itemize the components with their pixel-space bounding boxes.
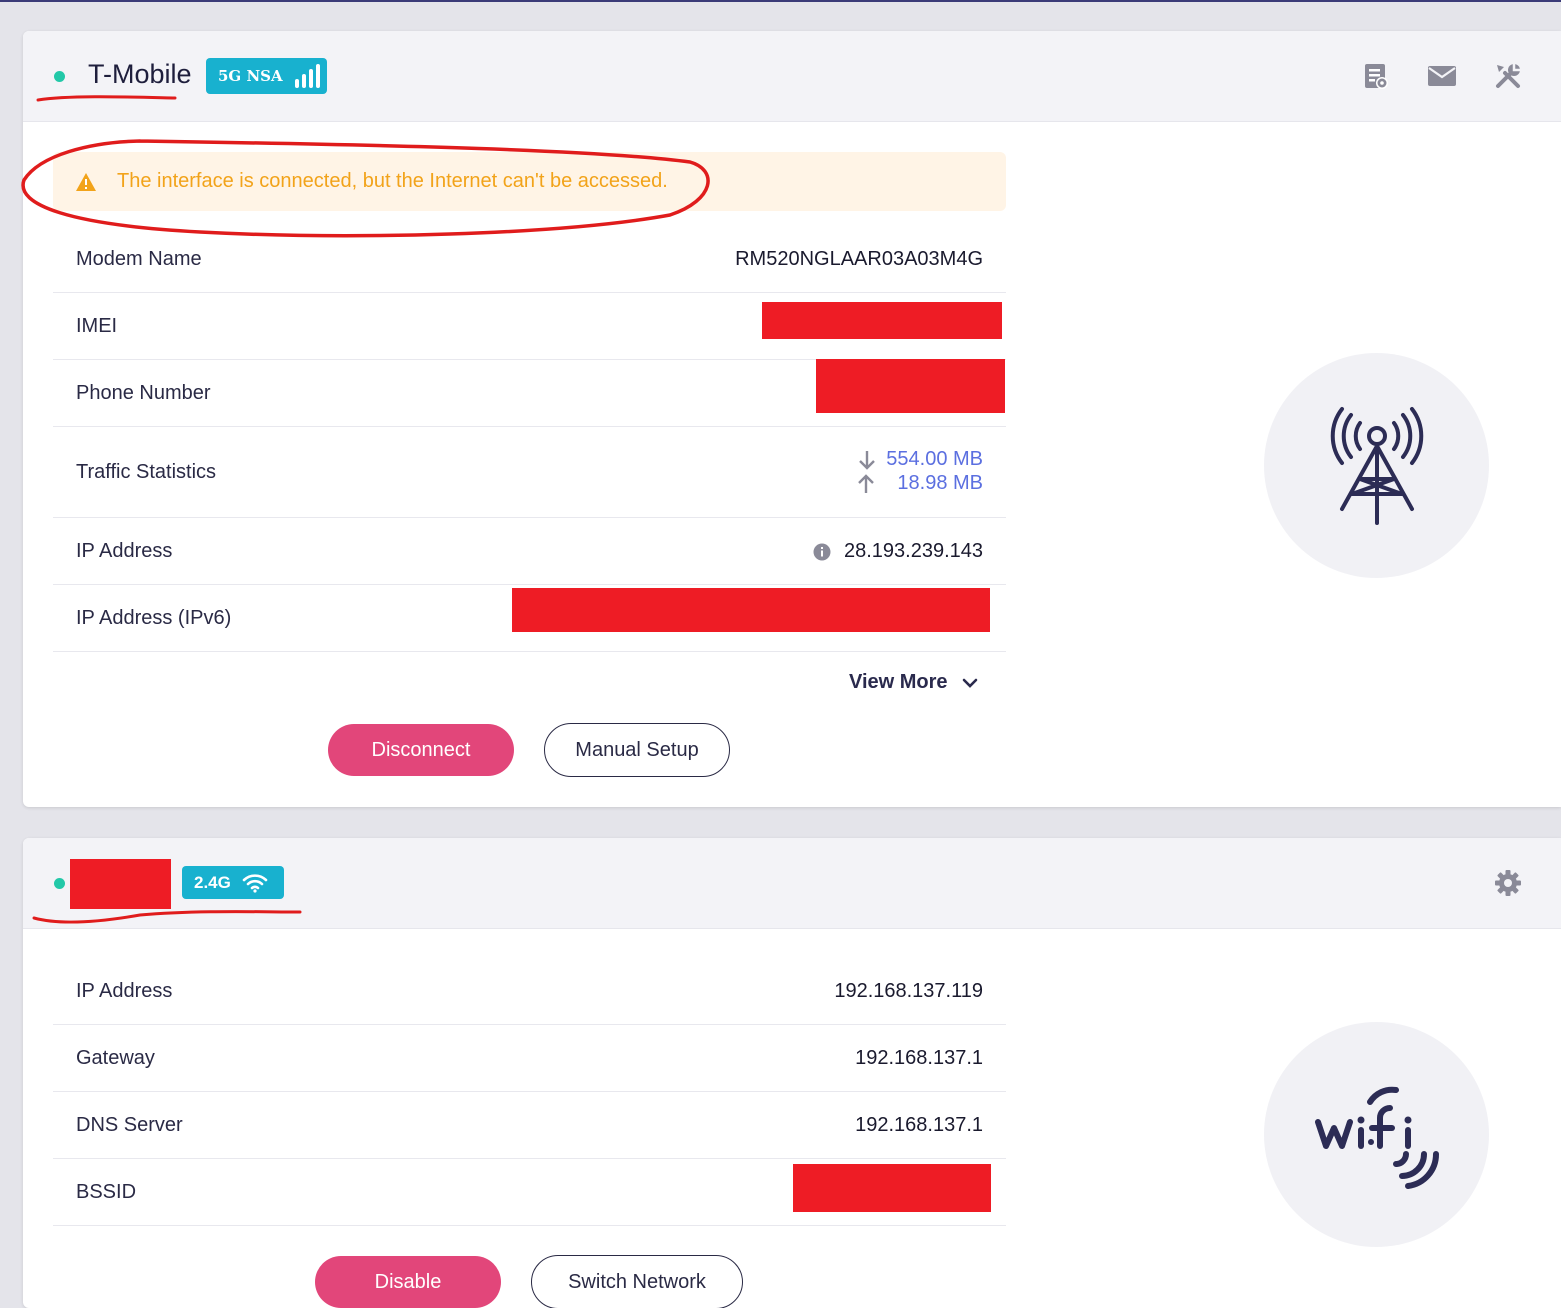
row-label: IP Address xyxy=(76,980,173,1002)
row-value: 192.168.137.1 xyxy=(855,1114,983,1136)
redacted-value xyxy=(762,302,1002,339)
traffic-download: 554.00 MB xyxy=(858,448,983,471)
row-phone-number: Phone Number xyxy=(53,359,1006,427)
wifi-logo-badge xyxy=(1264,1022,1489,1247)
row-value: 28.193.239.143 xyxy=(843,540,983,562)
info-icon[interactable] xyxy=(813,543,831,561)
redacted-value xyxy=(793,1164,991,1212)
switch-network-button[interactable]: Switch Network xyxy=(531,1255,743,1308)
network-badge: 5G NSA xyxy=(206,58,327,94)
redacted-value xyxy=(512,588,990,632)
view-more-label: View More xyxy=(849,671,948,693)
row-value: 192.168.137.1 xyxy=(855,1047,983,1069)
view-more-link[interactable]: View More xyxy=(849,671,978,694)
gear-icon[interactable] xyxy=(1492,867,1524,899)
cell-tower-icon xyxy=(1330,406,1423,525)
arrow-down-icon xyxy=(859,450,876,470)
row-label: DNS Server xyxy=(76,1114,183,1136)
disconnect-button[interactable]: Disconnect xyxy=(328,724,514,776)
disable-button[interactable]: Disable xyxy=(315,1256,501,1308)
warning-text: The interface is connected, but the Inte… xyxy=(117,170,668,192)
sim-settings-icon[interactable] xyxy=(1360,60,1392,92)
modem-card-header: T-Mobile 5G NSA xyxy=(23,31,1561,122)
ip-value-group: 28.193.239.143 xyxy=(813,540,983,563)
row-value: RM520NGLAAR03A03M4G xyxy=(735,248,983,270)
wifi-card-header: 2.4G xyxy=(23,838,1561,929)
band-label: 2.4G xyxy=(194,872,231,892)
row-ip-address: IP Address 28.193.239.143 xyxy=(53,518,1006,585)
row-label: IP Address (IPv6) xyxy=(76,607,232,629)
connection-warning: The interface is connected, but the Inte… xyxy=(53,152,1006,211)
row-label: Gateway xyxy=(76,1047,155,1069)
status-dot xyxy=(54,878,65,889)
row-ip-address: IP Address 192.168.137.119 xyxy=(53,958,1006,1025)
row-gateway: Gateway 192.168.137.1 xyxy=(53,1025,1006,1092)
row-label: IMEI xyxy=(76,315,118,337)
warning-icon xyxy=(76,172,96,191)
wifi-logo-icon xyxy=(1314,1086,1439,1189)
row-modem-name: Modem Name RM520NGLAAR03A03M4G xyxy=(53,226,1006,293)
row-dns-server: DNS Server 192.168.137.1 xyxy=(53,1092,1006,1159)
status-dot xyxy=(54,71,65,82)
top-border xyxy=(0,0,1561,2)
network-type-label: 5G NSA xyxy=(218,67,283,85)
row-label: Phone Number xyxy=(76,382,211,404)
modem-title: T-Mobile xyxy=(88,59,192,89)
row-ipv6: IP Address (IPv6) xyxy=(53,585,1006,652)
row-bssid: BSSID xyxy=(53,1159,1006,1226)
wifi-icon xyxy=(242,873,268,893)
redacted-ssid xyxy=(70,859,171,909)
signal-bars-icon xyxy=(294,64,320,88)
chevron-down-icon xyxy=(962,678,977,688)
manual-setup-button[interactable]: Manual Setup xyxy=(544,723,730,777)
row-label: BSSID xyxy=(76,1181,137,1203)
row-traffic-statistics: Traffic Statistics 554.00 MB 18.98 MB xyxy=(53,427,1006,518)
mail-icon[interactable] xyxy=(1426,60,1458,92)
wifi-card: 2.4G IP Address 192.168.137.119 Gateway … xyxy=(23,838,1561,1308)
download-value: 554.00 MB xyxy=(886,448,983,470)
upload-value: 18.98 MB xyxy=(897,472,983,494)
band-badge: 2.4G xyxy=(182,866,284,899)
row-label: Traffic Statistics xyxy=(76,461,217,483)
cell-tower-badge xyxy=(1264,353,1489,578)
row-imei: IMEI xyxy=(53,293,1006,360)
arrow-up-icon xyxy=(858,473,875,493)
tools-icon[interactable] xyxy=(1492,60,1524,92)
row-label: Modem Name xyxy=(76,248,202,270)
row-label: IP Address xyxy=(76,540,173,562)
row-value: 192.168.137.119 xyxy=(834,980,983,1002)
traffic-upload: 18.98 MB xyxy=(857,472,983,495)
modem-card: T-Mobile 5G NSA The interface is connect… xyxy=(23,31,1561,807)
redacted-value xyxy=(816,359,1005,413)
